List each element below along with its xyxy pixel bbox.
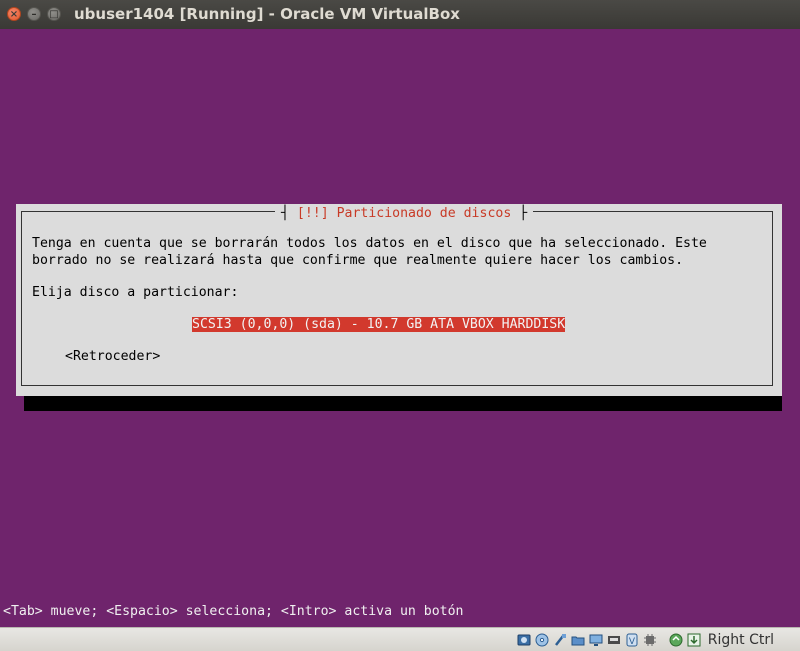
window-titlebar[interactable]: × – □ ubuser1404 [Running] - Oracle VM V…	[0, 0, 800, 30]
keyboard-capture-icon[interactable]	[686, 632, 702, 648]
vm-statusbar: V Right Ctrl	[0, 627, 800, 651]
disk-option-sda[interactable]: SCSI3 (0,0,0) (sda) - 10.7 GB ATA VBOX H…	[192, 317, 566, 332]
dialog-shadow	[24, 396, 782, 411]
back-button[interactable]: <Retroceder>	[65, 349, 160, 364]
minimize-window-button[interactable]: –	[27, 7, 41, 21]
disk-prompt: Elija disco a particionar:	[32, 285, 239, 300]
dialog-message-line-1: Tenga en cuenta que se borrarán todos lo…	[32, 236, 707, 251]
mouse-integration-icon[interactable]	[668, 632, 684, 648]
dialog-message-line-2: borrado no se realizará hasta que confir…	[32, 253, 684, 268]
network-icon[interactable]	[606, 632, 622, 648]
display-icon[interactable]	[588, 632, 604, 648]
usb-icon[interactable]	[552, 632, 568, 648]
dialog-title-bar: ┤ [!!] Particionado de discos ├	[275, 204, 534, 222]
optical-drive-icon[interactable]	[534, 632, 550, 648]
svg-text:V: V	[629, 637, 636, 647]
window-title: ubuser1404 [Running] - Oracle VM Virtual…	[74, 5, 460, 23]
hard-disk-icon[interactable]	[516, 632, 532, 648]
dialog-title: [!!] Particionado de discos	[296, 205, 512, 221]
maximize-window-button[interactable]: □	[47, 7, 61, 21]
shared-folders-icon[interactable]	[570, 632, 586, 648]
close-window-button[interactable]: ×	[7, 7, 21, 21]
recording-icon[interactable]: V	[624, 632, 640, 648]
host-key-label: Right Ctrl	[707, 631, 774, 648]
cpu-icon	[642, 632, 658, 648]
keyboard-help-line: <Tab> mueve; <Espacio> selecciona; <Intr…	[3, 604, 464, 619]
